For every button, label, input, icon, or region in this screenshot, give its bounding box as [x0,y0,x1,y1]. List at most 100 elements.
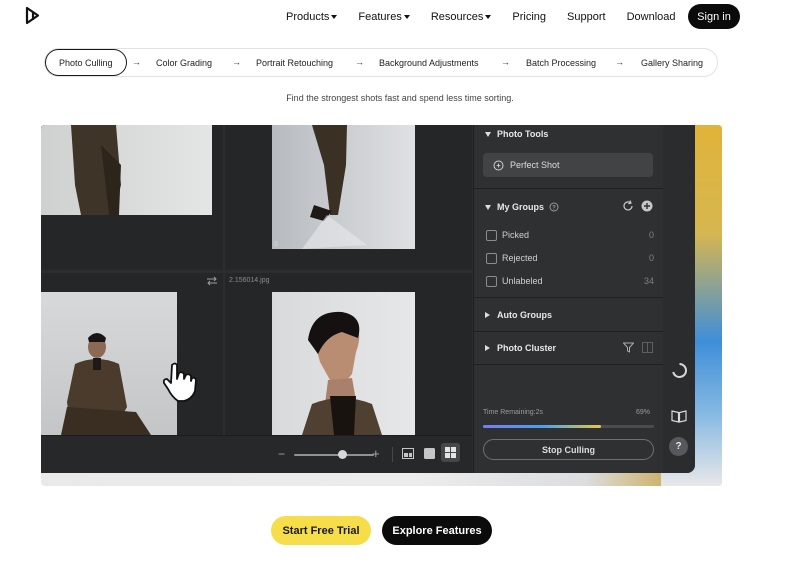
nav-support[interactable]: Support [567,11,606,23]
section-title: Auto Groups [497,310,552,320]
tab-portrait-retouching[interactable]: Portrait Retouching [256,49,333,76]
explore-features-button[interactable]: Explore Features [382,516,492,545]
progress-fill [483,425,601,428]
perfect-shot-label: Perfect Shot [510,160,560,170]
app-window: 8 2.156014.jpg − + Photo Tools Perfect S… [41,125,695,473]
checkbox[interactable] [486,229,497,241]
grid-cell[interactable] [41,273,223,435]
triangle-right-icon [485,345,490,351]
group-count: 0 [648,253,654,263]
tab-gallery-sharing[interactable]: Gallery Sharing [641,49,703,76]
book-icon[interactable] [671,409,687,423]
photo-grid: 8 2.156014.jpg − + [41,125,472,473]
help-circle-icon[interactable]: ? [549,202,559,212]
side-panel: Photo Tools Perfect Shot My Groups ? Pic… [473,125,664,473]
sign-in-button[interactable]: Sign in [688,4,740,29]
group-picked[interactable]: Picked 0 [486,228,654,242]
triangle-down-icon [485,204,491,210]
time-remaining: Time Remaining:2s [483,409,544,416]
group-unlabeled[interactable]: Unlabeled 34 [486,274,654,288]
section-photo-cluster[interactable]: Photo Cluster [485,343,556,353]
section-title: My Groups [497,202,545,212]
group-label: Unlabeled [502,276,543,286]
top-nav: Products Features Resources Pricing Supp… [0,0,800,34]
nav-pricing[interactable]: Pricing [512,11,546,23]
photo-thumbnail[interactable] [41,125,212,215]
arrow-right-icon: → [615,57,624,67]
cell-number: 8 [274,241,278,248]
panel-divider [474,364,664,365]
grid-toolbar: − + [41,435,472,473]
logo-icon[interactable] [24,6,42,26]
grid-cell[interactable]: 8 [225,125,472,270]
nav-products-label: Products [286,11,330,23]
nav-resources-label: Resources [430,11,484,23]
group-count: 0 [648,230,654,240]
section-auto-groups[interactable]: Auto Groups [485,310,552,320]
tab-photo-culling[interactable]: Photo Culling [45,49,127,76]
tab-batch-processing[interactable]: Batch Processing [526,49,596,76]
start-free-trial-button[interactable]: Start Free Trial [271,516,371,545]
zoom-in-icon[interactable]: + [372,446,380,461]
grid-cell[interactable] [41,125,223,270]
grid-view-button[interactable] [441,443,460,462]
nav-support-label: Support [567,11,606,23]
tab-color-grading[interactable]: Color Grading [156,49,212,76]
nav-download[interactable]: Download [627,11,676,23]
arrow-right-icon: → [355,57,364,67]
nav-links: Products Features Resources Pricing Supp… [286,7,697,27]
nav-products[interactable]: Products [286,11,338,23]
triangle-right-icon [485,312,490,318]
group-label: Picked [502,230,530,240]
compare-view-icon[interactable] [402,448,414,459]
cell-filename: 2.156014.jpg [229,277,270,284]
nav-resources[interactable]: Resources [431,11,492,23]
perfect-shot-button[interactable]: Perfect Shot [483,153,653,177]
panel-divider [474,188,664,189]
tab-background-adjustments[interactable]: Background Adjustments [379,49,479,76]
checkbox[interactable] [486,275,497,287]
filter-icon[interactable] [623,342,634,353]
product-screenshot: 8 2.156014.jpg − + Photo Tools Perfect S… [41,125,722,486]
checkbox[interactable] [486,252,497,264]
group-label: Rejected [502,253,538,263]
help-button[interactable]: ? [669,437,688,456]
chevron-down-icon [331,15,338,19]
panel-divider [474,331,664,332]
photo-thumbnail[interactable] [272,125,415,249]
section-my-groups[interactable]: My Groups ? [485,202,559,212]
sparkle-icon [493,160,504,170]
section-title: Photo Tools [497,129,549,139]
arrow-right-icon: → [132,57,141,67]
photo-thumbnail[interactable] [41,292,177,435]
swap-icon[interactable] [206,276,218,286]
svg-text:?: ? [552,206,556,212]
grid-cell[interactable]: 2.156014.jpg [225,273,472,435]
progress-bar [483,425,654,428]
refresh-icon[interactable] [622,200,634,212]
nav-features-label: Features [358,11,402,23]
zoom-slider[interactable] [294,450,374,459]
person-silhouette [71,125,121,215]
triangle-down-icon [485,131,491,137]
section-photo-tools[interactable]: Photo Tools [485,129,548,139]
single-view-icon[interactable] [424,448,435,459]
zoom-slider-handle[interactable] [338,450,347,459]
photo-thumbnail[interactable] [272,292,415,435]
arrow-right-icon: → [232,57,241,67]
add-circle-icon[interactable] [641,200,653,212]
person-silhouette [302,125,367,249]
group-rejected[interactable]: Rejected 0 [486,251,654,265]
person-photo [61,333,151,435]
stop-culling-button[interactable]: Stop Culling [483,439,654,460]
columns-icon[interactable] [642,342,653,353]
grid-view-icon [445,447,456,458]
progress-percent: 69% [636,409,651,416]
nav-download-label: Download [626,11,676,23]
chevron-down-icon [403,15,410,19]
nav-features[interactable]: Features [358,11,410,23]
zoom-out-icon[interactable]: − [278,447,285,461]
toolbar-divider [392,447,393,462]
arrow-right-icon: → [501,57,510,67]
tagline: Find the strongest shots fast and spend … [286,93,514,103]
